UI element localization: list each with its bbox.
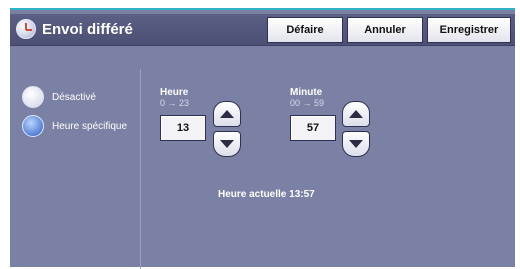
arrow-up-icon: [349, 110, 363, 118]
hour-up-button[interactable]: [213, 101, 241, 127]
cancel-button[interactable]: Annuler: [347, 17, 423, 43]
title-bar: Envoi différé Défaire Annuler Enregistre…: [10, 14, 515, 46]
save-button[interactable]: Enregistrer: [427, 17, 511, 43]
hour-down-button[interactable]: [213, 131, 241, 157]
radio-disabled[interactable]: [22, 86, 44, 108]
option-disabled-label: Désactivé: [52, 91, 96, 103]
option-specific-time[interactable]: Heure spécifique: [22, 115, 127, 137]
minute-value[interactable]: 57: [290, 115, 336, 141]
minute-range: 00 → 59: [290, 98, 325, 108]
hour-value[interactable]: 13: [160, 115, 206, 141]
current-time: Heure actuelle 13:57: [218, 189, 315, 200]
minute-up-button[interactable]: [342, 101, 370, 127]
arrow-down-icon: [349, 140, 363, 148]
arrow-down-icon: [220, 140, 234, 148]
clock-icon: [16, 19, 36, 39]
minute-down-button[interactable]: [342, 131, 370, 157]
delayed-send-window: Envoi différé Défaire Annuler Enregistre…: [10, 8, 515, 269]
page-title: Envoi différé: [42, 21, 133, 38]
hour-range: 0 → 23: [160, 98, 190, 108]
undo-button[interactable]: Défaire: [267, 17, 343, 43]
hour-label: Heure: [160, 87, 189, 98]
option-specific-time-label: Heure spécifique: [52, 120, 128, 132]
minute-label: Minute: [290, 87, 323, 98]
option-disabled[interactable]: Désactivé: [22, 86, 96, 108]
arrow-up-icon: [220, 110, 234, 118]
radio-specific-time[interactable]: [22, 115, 44, 137]
content-panel: Désactivé Heure spécifique Heure 0 → 23 …: [10, 47, 515, 269]
divider: [140, 69, 141, 269]
